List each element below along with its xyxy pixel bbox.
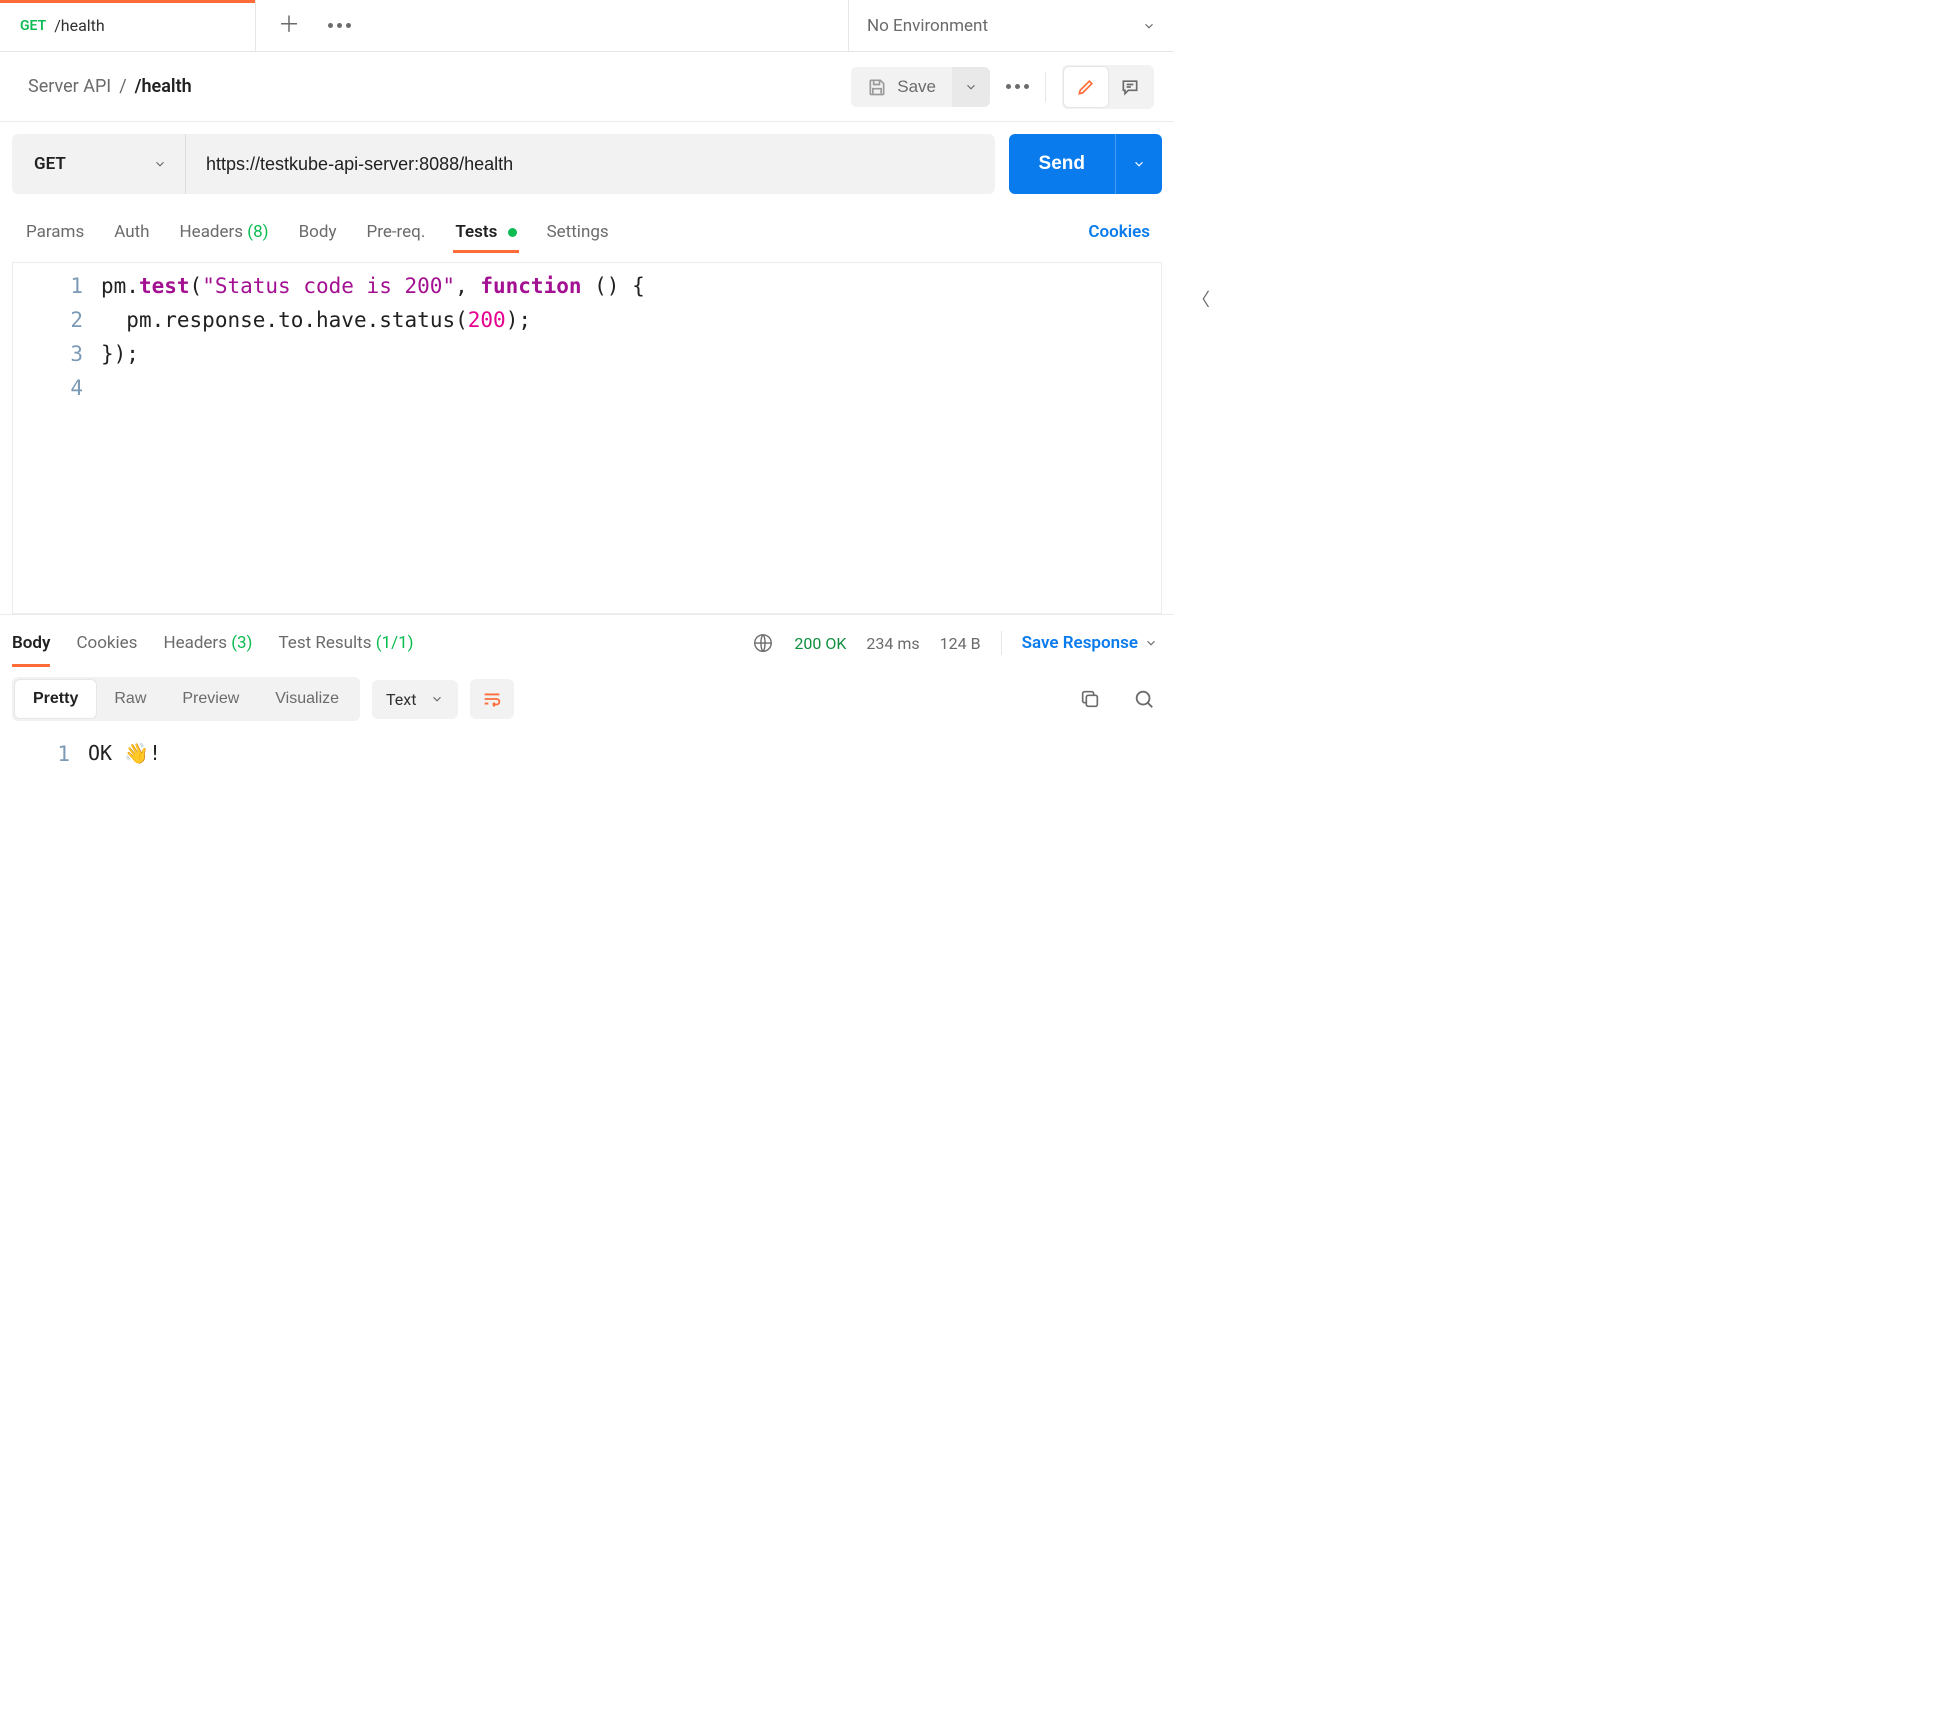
comment-mode-button[interactable] [1108,67,1152,107]
resp-tab-test-results-count: (1/1) [376,633,414,653]
resp-tab-headers[interactable]: Headers (3) [163,625,252,661]
view-mode-segment: Pretty Raw Preview Visualize [12,677,360,721]
view-visualize[interactable]: Visualize [257,680,357,718]
divider [1045,72,1046,102]
resp-tab-test-results[interactable]: Test Results (1/1) [278,625,413,661]
save-button[interactable]: Save [851,67,952,107]
tab-body[interactable]: Body [297,212,339,252]
save-response-label: Save Response [1022,633,1138,653]
send-dropdown[interactable] [1115,134,1162,194]
chevron-down-icon [1132,157,1146,171]
method-value: GET [34,154,66,174]
response-meta: 200 OK 234 ms 124 B Save Response [752,631,1158,655]
response-header: Body Cookies Headers (3) Test Results (1… [0,614,1174,667]
request-tab[interactable]: GET /health [0,0,256,51]
environment-label: No Environment [867,16,988,36]
editor-gutter: 1 2 3 4 [13,263,101,613]
divider [1001,631,1002,655]
pencil-icon [1076,77,1096,97]
breadcrumb-current: /health [135,76,192,97]
chevron-down-icon [430,692,444,706]
tab-tests-label: Tests [455,222,497,242]
tab-tests[interactable]: Tests [453,212,518,252]
tab-headers[interactable]: Headers (8) [178,212,271,252]
chevron-down-icon [1142,19,1156,33]
tab-headers-count: (8) [247,222,268,242]
response-text[interactable]: OK 👋! [88,731,161,771]
breadcrumb-sep: / [119,76,126,97]
save-label: Save [897,77,936,97]
view-raw[interactable]: Raw [96,680,164,718]
save-dropdown[interactable] [952,67,990,107]
cookies-link[interactable]: Cookies [1088,222,1150,242]
response-tabs: Body Cookies Headers (3) Test Results (1… [12,625,414,661]
plus-icon[interactable]: ＋ [278,15,300,37]
search-response-button[interactable] [1130,685,1158,713]
response-body: 1 OK 👋! [0,727,1174,771]
request-tabs: Params Auth Headers (8) Body Pre-req. Te… [0,206,1174,254]
copy-response-button[interactable] [1076,685,1104,713]
format-value: Text [386,690,416,709]
tab-headers-label: Headers [180,222,244,242]
response-size: 124 B [940,634,981,653]
wrap-lines-button[interactable] [470,679,514,719]
environment-select[interactable]: No Environment [848,0,1174,51]
copy-icon [1079,688,1101,710]
save-icon [867,77,887,97]
tests-editor[interactable]: 1 2 3 4 pm.test("Status code is 200", fu… [12,262,1162,614]
chevron-down-icon [964,80,978,94]
search-icon [1133,688,1155,710]
mode-toggle [1062,65,1154,109]
wrap-icon [481,688,503,710]
breadcrumb-root[interactable]: Server API [28,76,111,97]
request-more-icon[interactable] [1006,84,1029,89]
url-group: GET [12,134,995,194]
format-select[interactable]: Text [372,680,458,719]
response-gutter: 1 [0,731,88,771]
chevron-down-icon [153,157,167,171]
url-row: GET Send [0,122,1174,206]
resp-tab-cookies[interactable]: Cookies [76,625,137,661]
editor-code[interactable]: pm.test("Status code is 200", function (… [101,263,645,613]
edit-mode-button[interactable] [1064,67,1108,107]
comment-icon [1120,77,1140,97]
breadcrumb: Server API / /health [28,76,192,97]
send-group: Send [1009,134,1162,194]
save-group: Save [851,67,990,107]
method-select[interactable]: GET [12,134,186,194]
tab-params[interactable]: Params [24,212,86,252]
send-button[interactable]: Send [1009,134,1115,194]
resp-tab-test-results-label: Test Results [278,633,371,653]
save-response-button[interactable]: Save Response [1022,633,1158,653]
tab-method-badge: GET [20,18,46,34]
tab-strip: GET /health ＋ No Environment [0,0,1174,52]
tab-title: /health [54,16,105,35]
view-preview[interactable]: Preview [164,680,257,718]
collapse-sidebar-icon[interactable]: 〈 [1192,286,1210,312]
header-row: Server API / /health Save [0,52,1174,122]
tab-prereq[interactable]: Pre-req. [365,212,428,252]
resp-tab-body[interactable]: Body [12,625,50,661]
tab-actions: ＋ [256,0,373,51]
resp-tab-headers-label: Headers [163,633,227,653]
response-toolbar: Pretty Raw Preview Visualize Text [0,667,1174,727]
tab-settings[interactable]: Settings [545,212,611,252]
unsaved-dot-icon [508,228,517,237]
status-code: 200 OK [794,634,846,653]
view-pretty[interactable]: Pretty [15,680,96,718]
resp-tab-headers-count: (3) [231,633,252,653]
response-time: 234 ms [866,634,919,653]
chevron-down-icon [1144,636,1158,650]
globe-icon[interactable] [752,632,774,654]
tab-auth[interactable]: Auth [112,212,151,252]
more-icon[interactable] [328,23,351,28]
url-input[interactable] [186,134,995,194]
